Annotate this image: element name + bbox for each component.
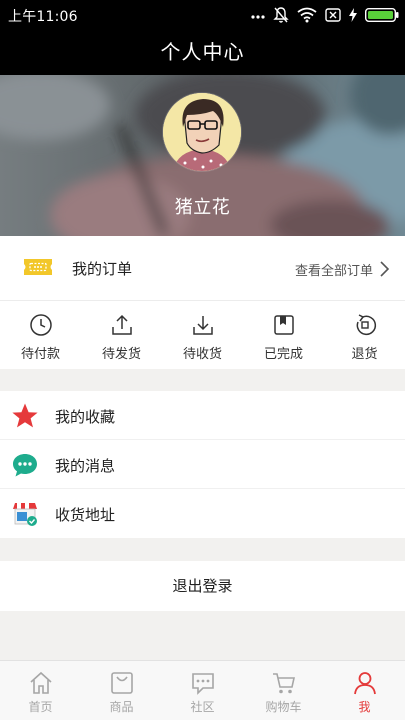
status-label: 待收货 [182, 347, 222, 362]
status-time: 上午11:06 [8, 9, 78, 25]
my-orders-title: 我的订单 [72, 260, 133, 278]
download-icon [192, 316, 213, 335]
logout-label: 退出登录 [172, 577, 233, 595]
upload-icon [111, 314, 132, 335]
ticket-icon [22, 255, 54, 283]
menu-list: 我的收藏 我的消息 收货地址 [0, 391, 405, 538]
title-bar: 个人中心 [0, 30, 405, 75]
nav-me[interactable]: 我 [324, 661, 405, 720]
menu-label: 我的收藏 [55, 408, 116, 426]
shopping-bag-icon [110, 672, 133, 694]
home-icon [29, 671, 52, 694]
user-name: 猪立花 [174, 197, 231, 218]
avatar-illustration [163, 93, 241, 171]
menu-item-address[interactable]: 收货地址 [0, 489, 405, 538]
status-completed[interactable]: 已完成 [243, 301, 324, 369]
storefront-icon [11, 500, 39, 532]
star-icon [11, 402, 39, 434]
bottom-nav: 首页 商品 社区 购物车 我 [0, 660, 405, 720]
status-label: 已完成 [263, 347, 303, 362]
view-all-orders-link[interactable]: 查看全部订单 [295, 260, 373, 279]
menu-label: 我的消息 [55, 457, 116, 475]
logout-button[interactable]: 退出登录 [0, 561, 405, 611]
status-return[interactable]: 退货 [324, 301, 405, 369]
profile-header: 猪立花 [0, 75, 405, 236]
status-bar: 上午11:06 [0, 0, 405, 30]
silent-bell-icon [273, 6, 289, 24]
page-title: 个人中心 [160, 40, 245, 64]
menu-item-messages[interactable]: 我的消息 [0, 440, 405, 489]
status-pending-payment[interactable]: 待付款 [0, 301, 81, 369]
nav-label: 首页 [28, 700, 53, 714]
charging-icon [349, 8, 357, 22]
nav-cart[interactable]: 购物车 [243, 661, 324, 720]
order-card: 我的订单 查看全部订单 待付款 待发货 待收货 已完成 退货 [0, 236, 405, 369]
status-label: 退货 [351, 347, 378, 362]
notification-dots-icon [251, 8, 265, 22]
status-label: 待发货 [101, 347, 141, 362]
clock-icon [29, 314, 52, 336]
nav-label: 我 [358, 700, 371, 714]
status-pending-receipt[interactable]: 待收货 [162, 301, 243, 369]
order-status-row: 待付款 待发货 待收货 已完成 退货 [0, 301, 405, 369]
menu-label: 收货地址 [55, 506, 116, 524]
status-icons [251, 5, 399, 25]
return-icon [356, 314, 376, 336]
status-pending-shipment[interactable]: 待发货 [81, 301, 162, 369]
wifi-icon [297, 7, 317, 23]
nav-home[interactable]: 首页 [0, 661, 81, 720]
my-orders-row[interactable]: 我的订单 查看全部订单 [0, 236, 405, 301]
cart-icon [272, 673, 295, 694]
nav-label: 购物车 [265, 700, 302, 714]
bookmark-icon [273, 315, 294, 335]
nav-community[interactable]: 社区 [162, 661, 243, 720]
avatar[interactable] [163, 93, 241, 171]
nav-products[interactable]: 商品 [81, 661, 162, 720]
chevron-right-icon [379, 260, 391, 282]
community-chat-icon [191, 673, 214, 695]
sim-blocked-icon [325, 8, 341, 22]
status-label: 待付款 [20, 347, 60, 362]
person-icon [353, 672, 376, 695]
battery-icon [365, 8, 399, 22]
nav-label: 社区 [190, 700, 215, 714]
chat-bubble-icon [11, 451, 39, 483]
nav-label: 商品 [109, 700, 134, 714]
menu-item-favorites[interactable]: 我的收藏 [0, 391, 405, 440]
